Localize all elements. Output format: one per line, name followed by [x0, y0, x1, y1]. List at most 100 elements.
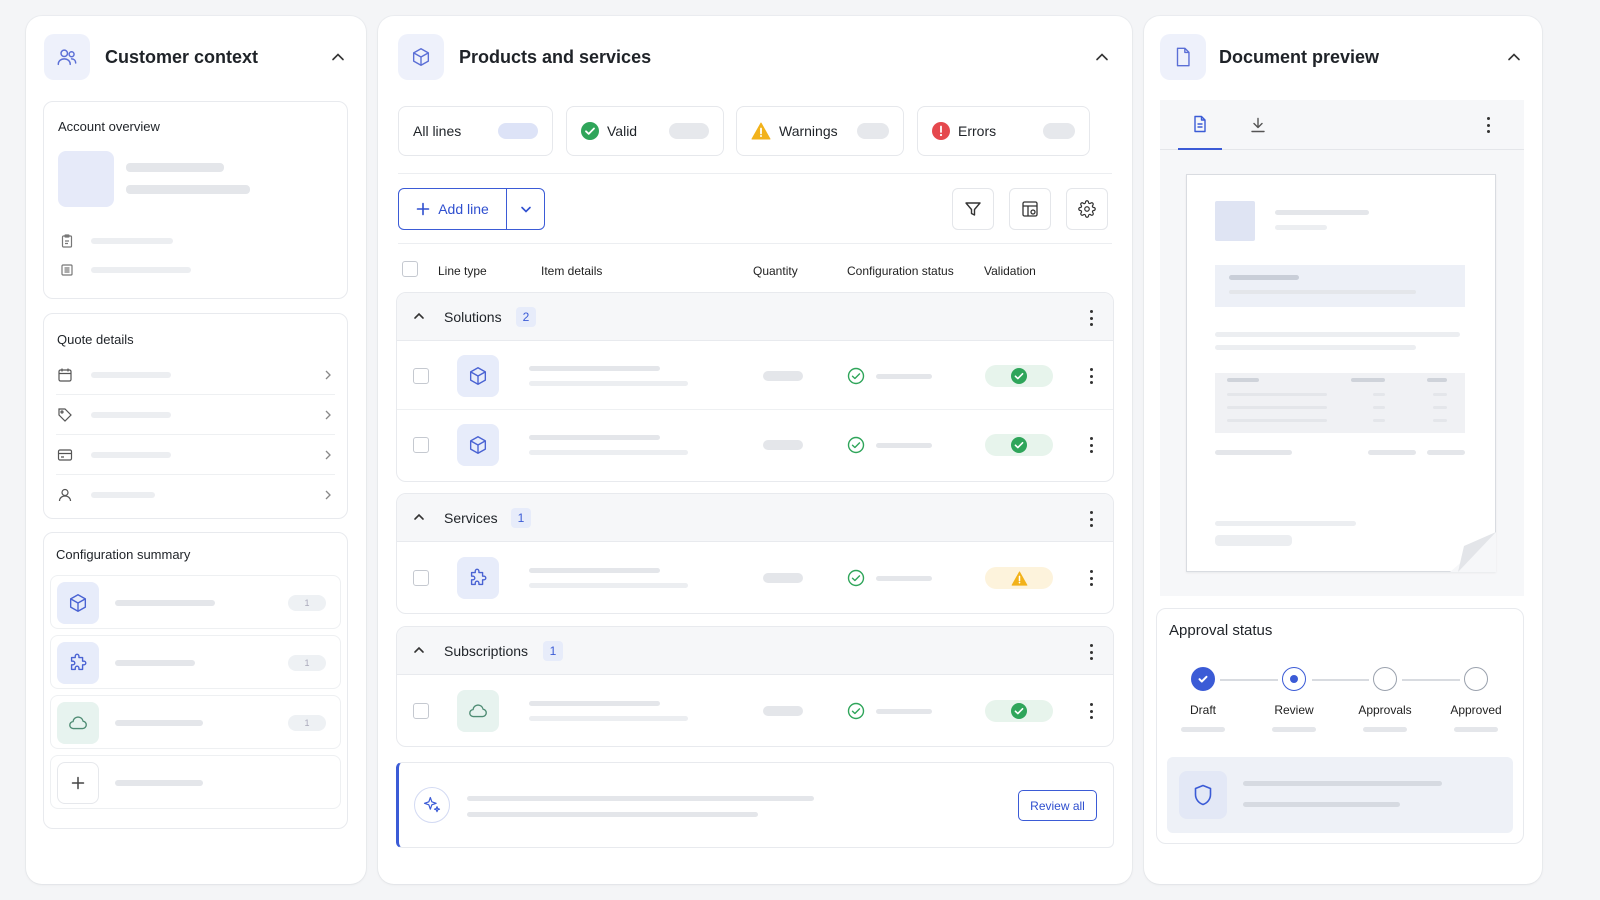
col-item-details: Item details [541, 264, 603, 278]
placeholder-line [91, 452, 171, 458]
more-vertical-icon[interactable] [1089, 570, 1093, 586]
row-checkbox[interactable] [413, 703, 429, 719]
settings-button[interactable] [1066, 188, 1108, 230]
step-placeholder [1272, 727, 1316, 732]
page-curl [1450, 532, 1496, 572]
configuration-summary-card: Configuration summary 1 1 1 [43, 532, 348, 829]
more-vertical-icon[interactable] [1089, 703, 1093, 719]
panel-title: Document preview [1219, 46, 1380, 67]
document-preview-panel: Document preview Approval status Draft R… [1144, 16, 1542, 884]
placeholder-line [876, 374, 932, 379]
placeholder-line [529, 701, 660, 706]
group-header[interactable]: Solutions 2 [397, 293, 1113, 341]
row-checkbox[interactable] [413, 368, 429, 384]
more-vertical-icon[interactable] [1089, 511, 1093, 527]
config-summary-item[interactable]: 1 [50, 575, 341, 629]
document-table [1215, 373, 1465, 433]
filter-valid[interactable]: Valid [566, 106, 724, 156]
collapse-chevron-icon[interactable] [1504, 47, 1524, 67]
chevron-down-icon[interactable] [507, 189, 544, 229]
document-preview-header[interactable]: Document preview [1160, 34, 1524, 80]
more-vertical-icon[interactable] [1089, 310, 1093, 326]
group-title: Subscriptions [444, 643, 529, 659]
filter-button[interactable] [952, 188, 994, 230]
config-summary-item[interactable]: 1 [50, 635, 341, 689]
account-overview-title: Account overview [58, 119, 160, 134]
more-vertical-icon[interactable] [1089, 644, 1093, 660]
more-vertical-icon[interactable] [1089, 368, 1093, 384]
ai-suggestion-card: Review all [396, 762, 1114, 848]
more-vertical-icon[interactable] [1089, 437, 1093, 453]
step-label: Review [1274, 703, 1314, 717]
check-outline-icon [847, 702, 865, 725]
add-config-item[interactable] [50, 755, 341, 809]
approval-step-approved: Approved [1446, 667, 1506, 732]
filter-toggle [1043, 123, 1075, 139]
count-pill: 1 [288, 655, 326, 671]
table-row[interactable] [397, 675, 1113, 746]
more-vertical-icon[interactable] [1486, 117, 1490, 133]
filter-toggle [669, 123, 709, 139]
chevron-up-icon[interactable] [413, 309, 425, 325]
group-title: Solutions [444, 309, 502, 325]
divider [398, 243, 1112, 244]
tab-download[interactable] [1236, 100, 1280, 150]
filter-errors[interactable]: Errors [917, 106, 1090, 156]
group-header[interactable]: Services 1 [397, 494, 1113, 542]
quote-detail-row[interactable] [56, 435, 335, 475]
config-summary-item[interactable]: 1 [50, 695, 341, 749]
add-line-button[interactable]: Add line [399, 189, 507, 229]
calendar-icon [56, 366, 74, 384]
customer-context-header[interactable]: Customer context [44, 34, 348, 80]
placeholder-line [91, 267, 191, 273]
filter-label: Valid [607, 123, 638, 139]
table-row[interactable] [397, 542, 1113, 613]
add-line-split-button: Add line [398, 188, 545, 230]
table-row[interactable] [397, 341, 1113, 410]
step-placeholder [1181, 727, 1225, 732]
approval-status-card: Approval status Draft Review Approvals A… [1156, 608, 1524, 844]
chevron-right-icon [323, 408, 333, 426]
collapse-chevron-icon[interactable] [1092, 47, 1112, 67]
validation-status-warning [985, 567, 1053, 589]
filter-warnings[interactable]: Warnings [736, 106, 904, 156]
approval-info-box[interactable] [1167, 757, 1513, 833]
placeholder-line [91, 372, 171, 378]
account-overview-card: Account overview [43, 101, 348, 299]
quote-detail-row[interactable] [56, 355, 335, 395]
check-outline-icon [847, 569, 865, 592]
group-header[interactable]: Subscriptions 1 [397, 627, 1113, 675]
column-settings-button[interactable] [1009, 188, 1051, 230]
current-step-icon [1282, 667, 1306, 691]
filter-toggle [498, 123, 538, 139]
quote-detail-row[interactable] [56, 475, 335, 515]
row-checkbox[interactable] [413, 570, 429, 586]
placeholder-line [115, 600, 215, 606]
users-icon [44, 34, 90, 80]
collapse-chevron-icon[interactable] [328, 47, 348, 67]
credit-card-icon [56, 446, 74, 464]
filter-label: All lines [413, 123, 462, 139]
placeholder-line [529, 450, 688, 455]
check-circle-icon [581, 122, 599, 140]
filter-all-lines[interactable]: All lines [398, 106, 553, 156]
chevron-right-icon [323, 488, 333, 506]
quantity-placeholder [763, 440, 803, 450]
placeholder-line [529, 435, 660, 440]
review-all-button[interactable]: Review all [1018, 790, 1097, 821]
quote-detail-row[interactable] [56, 395, 335, 435]
placeholder-line [126, 163, 224, 172]
tab-preview[interactable] [1178, 100, 1222, 150]
placeholder-line [91, 238, 173, 244]
select-all-checkbox[interactable] [402, 261, 418, 277]
table-row[interactable] [397, 410, 1113, 479]
row-checkbox[interactable] [413, 437, 429, 453]
document-page [1186, 174, 1496, 572]
products-services-header[interactable]: Products and services [398, 34, 1112, 80]
filter-label: Warnings [779, 123, 838, 139]
approval-step-approvals: Approvals [1355, 667, 1415, 732]
chevron-up-icon[interactable] [413, 510, 425, 526]
chevron-up-icon[interactable] [413, 643, 425, 659]
step-label: Approvals [1358, 703, 1412, 717]
cube-icon [457, 424, 499, 466]
